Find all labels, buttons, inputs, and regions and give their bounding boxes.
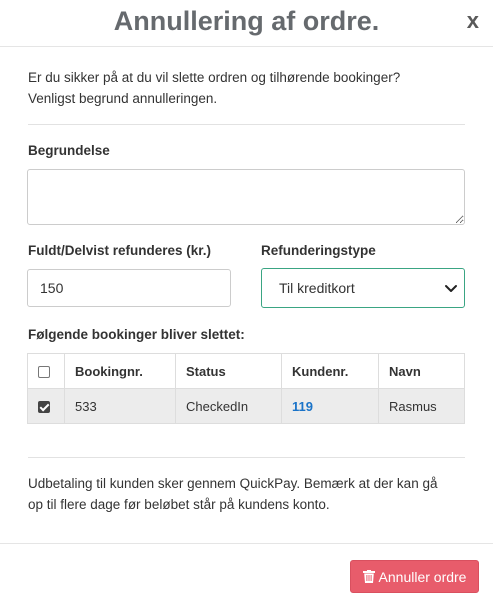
divider [28, 457, 465, 458]
reason-textarea[interactable] [27, 169, 465, 225]
intro-line-2: Venligst begrund annulleringen. [28, 91, 218, 106]
bookings-heading: Følgende bookinger bliver slettet: [28, 327, 245, 342]
column-header: Bookingnr. [64, 353, 176, 389]
divider [28, 124, 465, 125]
cancel-order-button[interactable]: Annuller ordre [350, 560, 479, 593]
table-row[interactable]: 533 CheckedIn 119 Rasmus [27, 388, 465, 424]
header-checkbox-cell [27, 353, 65, 389]
booking-status: CheckedIn [175, 388, 282, 424]
customer-number-cell: 119 [281, 388, 379, 424]
amount-input[interactable] [27, 269, 231, 307]
chevron-down-icon [445, 285, 457, 292]
booking-number: 533 [64, 388, 176, 424]
refund-type-select[interactable]: Til kreditkort [261, 268, 465, 308]
close-icon[interactable]: x [467, 6, 479, 36]
trash-icon [362, 570, 375, 583]
intro-line-1: Er du sikker på at du vil slette ordren … [28, 70, 401, 85]
column-header: Kundenr. [281, 353, 379, 389]
amount-label: Fuldt/Delvist refunderes (kr.) [28, 243, 212, 258]
cancel-order-label: Annuller ordre [378, 568, 467, 585]
row-checkbox-cell [27, 388, 65, 424]
notice-line-1: Udbetaling til kunden sker gennem QuickP… [28, 476, 438, 491]
refund-type-label: Refunderingstype [261, 243, 376, 258]
modal-title: Annullering af ordre. [113, 6, 380, 36]
refund-type-value: Til kreditkort [279, 280, 355, 296]
notice-line-2: op til flere dage før beløbet står på ku… [28, 497, 330, 512]
modal-header: Annullering af ordre. x [0, 0, 493, 47]
footer-divider [0, 543, 493, 544]
column-header: Navn [378, 353, 465, 389]
customer-number-link[interactable]: 119 [292, 399, 313, 414]
quickpay-notice: Udbetaling til kunden sker gennem QuickP… [28, 473, 468, 515]
column-header: Status [175, 353, 282, 389]
row-checkbox[interactable] [38, 401, 50, 414]
intro-text: Er du sikker på at du vil slette ordren … [28, 67, 468, 109]
table-header-row: Bookingnr. Status Kundenr. Navn [27, 353, 465, 389]
select-all-checkbox[interactable] [38, 366, 50, 379]
bookings-table: Bookingnr. Status Kundenr. Navn 533 Chec… [27, 353, 465, 424]
reason-label: Begrundelse [28, 143, 110, 158]
customer-name: Rasmus [378, 388, 465, 424]
